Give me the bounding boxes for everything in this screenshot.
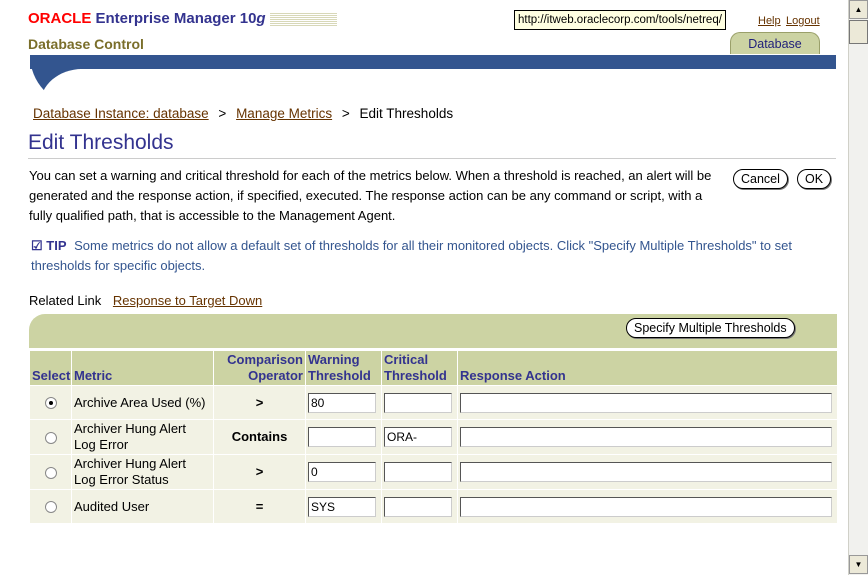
product-name-text: Enterprise Manager 10 [95,10,257,27]
vertical-scrollbar[interactable]: ▲ ▼ [848,0,868,575]
critical-threshold-input[interactable] [384,392,452,413]
warning-threshold-input[interactable] [308,392,376,413]
arrow-up-icon[interactable]: ▲ [849,0,868,19]
response-cell [457,419,838,455]
critical-threshold-input[interactable] [384,427,452,447]
logo-stripe [270,13,337,27]
breadcrumb: Database Instance: database > Manage Met… [33,106,453,121]
select-cell [29,385,72,420]
row-radio[interactable] [44,431,57,444]
critical-cell [381,454,458,490]
metric-name: Archiver Hung Alert Log Error Status [71,454,214,490]
table-row: Archiver Hung Alert Log Error Contains [29,419,838,455]
breadcrumb-current: Edit Thresholds [359,106,454,121]
col-header-warning: Warning Threshold [305,350,382,386]
select-cell [29,419,72,455]
select-cell [29,454,72,490]
comparison-operator: = [213,489,306,524]
col-header-select: Select [29,350,72,386]
select-cell [29,489,72,524]
product-name-suffix: g [256,10,266,27]
oracle-brand: ORACLE [28,10,92,27]
related-links: Related Link Response to Target Down [29,293,262,308]
tab-database[interactable]: Database [730,32,820,54]
page-description: You can set a warning and critical thres… [29,168,712,223]
warning-threshold-input[interactable] [308,462,376,482]
col-header-metric: Metric [71,350,214,386]
page-title: Edit Thresholds [28,131,174,154]
row-radio[interactable] [44,466,57,479]
response-action-input[interactable] [460,462,832,482]
title-divider [28,158,836,159]
response-action-input[interactable] [460,496,832,517]
logout-link[interactable]: Logout [786,15,820,27]
header-bar-curve-mask [40,69,836,109]
response-action-input[interactable] [460,427,832,447]
warning-cell [305,489,382,524]
response-to-target-down-link[interactable]: Response to Target Down [113,293,262,308]
response-cell [457,385,838,420]
warning-threshold-input[interactable] [308,427,376,447]
col-header-critical: Critical Threshold [381,350,458,386]
response-cell [457,454,838,490]
warning-cell [305,385,382,420]
tip-label: TIP [46,238,67,253]
arrow-down-icon[interactable]: ▼ [849,555,868,574]
metrics-table: Select Metric Comparison Operator Warnin… [29,350,838,524]
critical-threshold-input[interactable] [384,496,452,517]
row-radio[interactable] [44,397,57,410]
scrollbar-thumb[interactable] [849,20,868,44]
col-header-comparison: Comparison Operator [213,350,306,386]
critical-cell [381,385,458,420]
comparison-operator: > [213,454,306,490]
help-link[interactable]: Help [758,15,781,27]
breadcrumb-manage-metrics[interactable]: Manage Metrics [236,106,332,121]
breadcrumb-separator: > [341,106,350,121]
header-bar [30,55,836,69]
tip-box: ☑ TIP Some metrics do not allow a defaul… [31,236,801,276]
response-cell [457,489,838,524]
metric-name: Archive Area Used (%) [71,385,214,420]
tip-text: Some metrics do not allow a default set … [31,238,792,273]
metric-name: Audited User [71,489,214,524]
table-row: Archive Area Used (%) > [29,385,838,420]
row-radio[interactable] [44,501,57,514]
comparison-operator: Contains [213,419,306,455]
table-header-row: Select Metric Comparison Operator Warnin… [29,350,838,386]
table-row: Audited User = [29,489,838,524]
critical-cell [381,419,458,455]
check-circle-icon: ☑ [31,238,43,253]
table-row: Archiver Hung Alert Log Error Status > [29,454,838,490]
related-link-label: Related Link [29,293,102,308]
comparison-operator: > [213,385,306,420]
specify-multiple-thresholds-button[interactable]: Specify Multiple Thresholds [626,318,795,338]
metric-name: Archiver Hung Alert Log Error [71,419,214,455]
col-header-response: Response Action [457,350,838,386]
warning-cell [305,419,382,455]
warning-threshold-input[interactable] [308,496,376,517]
critical-threshold-input[interactable] [384,462,452,482]
critical-cell [381,489,458,524]
oracle-logo: ORACLE Enterprise Manager 10g [28,10,266,27]
product-name: Enterprise Manager 10g [96,10,266,27]
cancel-button[interactable]: Cancel [733,169,788,189]
ok-button[interactable]: OK [797,169,832,189]
link-tooltip: http://itweb.oraclecorp.com/tools/netreq… [514,10,726,30]
response-action-input[interactable] [460,392,832,413]
breadcrumb-database-instance[interactable]: Database Instance: database [33,106,209,121]
warning-cell [305,454,382,490]
product-subtitle: Database Control [28,36,144,52]
breadcrumb-separator: > [218,106,227,121]
